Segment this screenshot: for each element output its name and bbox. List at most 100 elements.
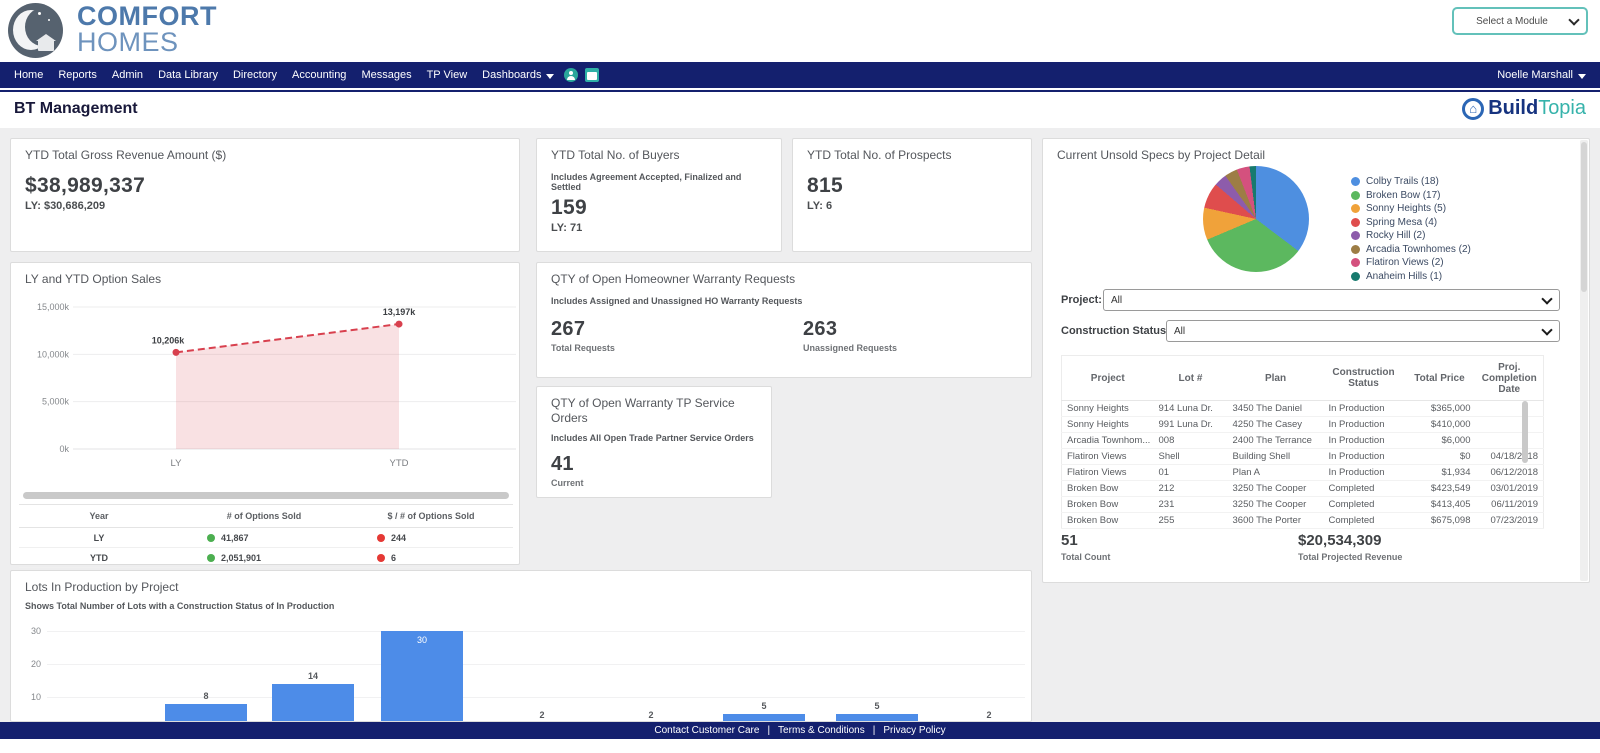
specs-column-header[interactable]: Project <box>1062 356 1154 401</box>
bar-value-label: 30 <box>381 635 463 645</box>
logo-line-homes: HOMES <box>77 29 217 55</box>
card-title: QTY of Open Warranty TP Service Orders <box>537 387 771 426</box>
bar-value-label: 2 <box>948 710 1030 720</box>
svg-text:10,000k: 10,000k <box>37 349 70 359</box>
table-row[interactable]: Flatiron Views01Plan AIn Production$1,93… <box>1062 465 1544 481</box>
dashboard-page: COMFORT HOMES Select a Module Home Report… <box>0 0 1600 753</box>
total-revenue-block: $20,534,309 Total Projected Revenue <box>1298 532 1402 562</box>
cell-options-sold: 2,051,901 <box>179 548 349 568</box>
specs-column-header[interactable]: Total Price <box>1404 356 1476 401</box>
page-title: BT Management <box>14 100 138 118</box>
main-nav: Home Reports Admin Data Library Directory Acc… <box>0 62 1600 88</box>
legend-item[interactable]: Broken Bow (17) <box>1351 189 1471 203</box>
nav-item-accounting[interactable]: Accounting <box>292 69 346 81</box>
metric-unassigned-requests: 263 Unassigned Requests <box>789 318 911 353</box>
bar[interactable] <box>723 714 805 723</box>
cell-year: LY <box>19 528 179 548</box>
table-cell: Completed <box>1324 481 1404 497</box>
nav-item-reports[interactable]: Reports <box>58 69 97 81</box>
legend-item[interactable]: Sonny Heights (5) <box>1351 202 1471 216</box>
gridline <box>47 631 1025 632</box>
module-select[interactable]: Select a Module <box>1452 7 1588 35</box>
table-vertical-scrollbar[interactable] <box>1522 401 1528 463</box>
horizontal-scrollbar[interactable] <box>23 492 509 499</box>
card-title: YTD Total No. of Buyers <box>537 139 781 162</box>
table-cell: $1,934 <box>1404 465 1476 481</box>
specs-column-header[interactable]: Proj. Completion Date <box>1476 356 1544 401</box>
table-row[interactable]: Broken Bow2123250 The CooperCompleted$42… <box>1062 481 1544 497</box>
card-title: LY and YTD Option Sales <box>11 263 519 286</box>
table-cell: 06/12/2018 <box>1476 465 1544 481</box>
table-cell: 3600 The Porter <box>1228 513 1324 529</box>
table-cell: $410,000 <box>1404 417 1476 433</box>
user-menu[interactable]: Noelle Marshall <box>1497 69 1586 81</box>
nav-item-tp-view[interactable]: TP View <box>427 69 468 81</box>
legend-dot-icon <box>1351 204 1360 213</box>
specs-column-header[interactable]: Plan <box>1228 356 1324 401</box>
footer-link-customer-care[interactable]: Contact Customer Care <box>654 725 759 736</box>
table-row[interactable]: Broken Bow2313250 The CooperCompleted$41… <box>1062 497 1544 513</box>
status-filter-select[interactable]: All <box>1166 320 1560 342</box>
brand-topia-text: Topia <box>1538 97 1586 120</box>
moon-house-logo-icon <box>8 3 63 58</box>
table-cell: Plan A <box>1228 465 1324 481</box>
nav-item-admin[interactable]: Admin <box>112 69 143 81</box>
table-cell: In Production <box>1324 401 1404 417</box>
legend-item[interactable]: Anaheim Hills (1) <box>1351 270 1471 284</box>
total-count-label: Total Count <box>1061 552 1110 562</box>
y-axis-tick: 10 <box>17 692 41 702</box>
legend-label: Sonny Heights (5) <box>1366 203 1446 214</box>
calendar-icon[interactable] <box>585 68 599 82</box>
svg-text:15,000k: 15,000k <box>37 302 70 312</box>
nav-item-messages[interactable]: Messages <box>361 69 411 81</box>
legend-item[interactable]: Arcadia Townhomes (2) <box>1351 243 1471 257</box>
project-filter-select[interactable]: All <box>1103 289 1560 311</box>
legend-label: Spring Mesa (4) <box>1366 217 1437 228</box>
table-row[interactable]: Arcadia Townhom...0082400 The TerranceIn… <box>1062 433 1544 449</box>
legend-item[interactable]: Spring Mesa (4) <box>1351 216 1471 230</box>
table-row[interactable]: Flatiron ViewsShellBuilding ShellIn Prod… <box>1062 449 1544 465</box>
bar[interactable] <box>272 684 354 722</box>
bar[interactable] <box>165 704 247 722</box>
legend-item[interactable]: Flatiron Views (2) <box>1351 256 1471 270</box>
specs-column-header[interactable]: Lot # <box>1154 356 1228 401</box>
table-cell: 231 <box>1154 497 1228 513</box>
table-cell: 04/18/2018 <box>1476 449 1544 465</box>
mini-table-header: $ / # of Options Sold <box>349 505 513 528</box>
kpi-value: 41 <box>537 443 771 476</box>
top-header: COMFORT HOMES Select a Module <box>0 0 1600 62</box>
table-cell: 212 <box>1154 481 1228 497</box>
footer-link-terms[interactable]: Terms & Conditions <box>778 725 865 736</box>
card-vertical-scrollbar[interactable] <box>1580 140 1588 581</box>
table-cell: 07/23/2019 <box>1476 513 1544 529</box>
legend-item[interactable]: Rocky Hill (2) <box>1351 229 1471 243</box>
nav-item-dashboards[interactable]: Dashboards <box>482 69 554 81</box>
metric-value: 267 <box>537 318 789 341</box>
mini-table-header: Year <box>19 505 179 528</box>
card-subtitle: Includes Agreement Accepted, Finalized a… <box>537 162 781 192</box>
legend-item[interactable]: Colby Trails (18) <box>1351 175 1471 189</box>
table-row[interactable]: Broken Bow2553600 The PorterCompleted$67… <box>1062 513 1544 529</box>
nav-item-data-library[interactable]: Data Library <box>158 69 218 81</box>
card-unsold-specs: Current Unsold Specs by Project Detail C… <box>1042 138 1590 583</box>
metric-label: Unassigned Requests <box>789 341 911 353</box>
table-cell: Broken Bow <box>1062 481 1154 497</box>
cell-year: YTD <box>19 548 179 568</box>
chat-icon[interactable] <box>564 68 578 82</box>
comfort-homes-logo[interactable]: COMFORT HOMES <box>8 3 217 58</box>
gridline <box>47 664 1025 665</box>
unsold-pie[interactable] <box>1203 166 1309 272</box>
table-cell: 3250 The Cooper <box>1228 497 1324 513</box>
cell-per-options-sold: 6 <box>349 548 513 568</box>
specs-column-header[interactable]: Construction Status <box>1324 356 1404 401</box>
bar[interactable] <box>836 714 918 723</box>
kpi-value: $38,989,337 <box>11 162 519 198</box>
footer-separator: | <box>767 725 770 736</box>
table-row[interactable]: Sonny Heights991 Luna Dr.4250 The CaseyI… <box>1062 417 1544 433</box>
nav-item-home[interactable]: Home <box>14 69 43 81</box>
footer-link-privacy[interactable]: Privacy Policy <box>883 725 945 736</box>
legend-dot-icon <box>1351 218 1360 227</box>
nav-item-directory[interactable]: Directory <box>233 69 277 81</box>
logo-line-comfort: COMFORT <box>77 3 217 29</box>
table-row[interactable]: Sonny Heights914 Luna Dr.3450 The Daniel… <box>1062 401 1544 417</box>
